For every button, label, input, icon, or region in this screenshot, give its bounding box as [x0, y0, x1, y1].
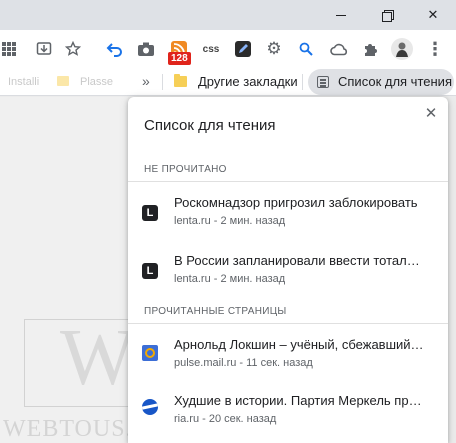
restore-button[interactable] — [364, 0, 410, 30]
close-icon: ✕ — [427, 7, 439, 22]
bookmarks-bar: Installi Plasse » Другие закладки Список… — [0, 68, 456, 96]
item-meta: lenta.ru - 2 мин. назад — [174, 215, 286, 227]
section-divider — [128, 323, 448, 324]
minimize-icon — [336, 14, 346, 16]
item-title: Роскомнадзор пригрозил заблокировать — [174, 195, 418, 210]
reading-list-item[interactable]: Худшие в истории. Партия Меркель проигра… — [128, 385, 448, 441]
item-title: Арнольд Локшин – учёный, сбежавший в ССС… — [174, 337, 424, 352]
extensions-puzzle-icon[interactable] — [358, 36, 384, 62]
watermark-letter: W — [60, 314, 136, 402]
close-panel-button[interactable]: ✕ — [422, 105, 440, 123]
reading-list-item[interactable]: L В России запланировали ввести тотальны… — [128, 243, 448, 299]
reading-list-button[interactable]: Список для чтения — [308, 69, 454, 95]
bookmark-star-icon[interactable] — [60, 36, 86, 62]
close-window-button[interactable]: ✕ — [410, 0, 456, 30]
item-meta: lenta.ru - 2 мин. назад — [174, 273, 286, 285]
mail-ru-icon — [142, 345, 158, 361]
folder-icon — [57, 76, 69, 86]
close-icon: ✕ — [424, 105, 438, 122]
apps-grid-icon[interactable] — [0, 36, 22, 62]
title-bar: ✕ — [0, 0, 456, 30]
reading-list-item[interactable]: L Роскомнадзор пригрозил заблокировать l… — [128, 185, 448, 241]
browser-toolbar: css ⚙ ⋮ — [0, 30, 456, 68]
restore-icon — [382, 10, 394, 22]
install-app-icon[interactable] — [31, 36, 57, 62]
camera-icon[interactable] — [133, 36, 159, 62]
reading-list-button-label: Список для чтения — [338, 74, 452, 89]
item-meta: pulse.mail.ru - 11 сек. назад — [174, 357, 313, 369]
profile-avatar-icon[interactable] — [389, 36, 415, 62]
lenta-favicon-icon: L — [142, 263, 158, 279]
bookmark-faded-2[interactable]: Plasse — [80, 76, 113, 88]
lenta-favicon-icon: L — [142, 205, 158, 221]
unread-section-header: НЕ ПРОЧИТАНО — [144, 164, 227, 175]
bookmarks-divider — [302, 74, 303, 90]
css-icon[interactable]: css — [198, 36, 224, 62]
read-section-header: ПРОЧИТАННЫЕ СТРАНИЦЫ — [144, 306, 287, 317]
cloud-icon[interactable] — [326, 36, 352, 62]
settings-gear-icon[interactable]: ⚙ — [261, 36, 287, 62]
item-title: В России запланировали ввести тотальный — [174, 253, 424, 268]
edit-icon[interactable] — [230, 36, 256, 62]
panel-title: Список для чтения — [144, 117, 276, 134]
bookmarks-overflow-button[interactable]: » — [142, 73, 150, 89]
item-title: Худшие в истории. Партия Меркель проигра… — [174, 393, 424, 408]
other-bookmarks-button[interactable]: Другие закладки — [198, 74, 298, 89]
bookmark-faded-1[interactable]: Installi — [8, 76, 39, 88]
menu-dots-icon[interactable]: ⋮ — [422, 36, 448, 62]
bookmarks-divider — [162, 74, 163, 90]
section-divider — [128, 181, 448, 182]
search-icon[interactable] — [293, 36, 319, 62]
folder-icon — [174, 74, 187, 87]
minimize-button[interactable] — [318, 0, 364, 30]
ria-globe-icon — [142, 399, 158, 415]
reading-list-item[interactable]: Арнольд Локшин – учёный, сбежавший в ССС… — [128, 327, 448, 383]
undo-arrow-icon[interactable] — [102, 36, 128, 62]
reading-list-panel: Список для чтения ✕ НЕ ПРОЧИТАНО L Роско… — [128, 97, 448, 443]
rss-unread-badge: 128 — [168, 52, 191, 65]
reading-list-icon — [317, 76, 329, 88]
item-meta: ria.ru - 20 сек. назад — [174, 413, 277, 425]
